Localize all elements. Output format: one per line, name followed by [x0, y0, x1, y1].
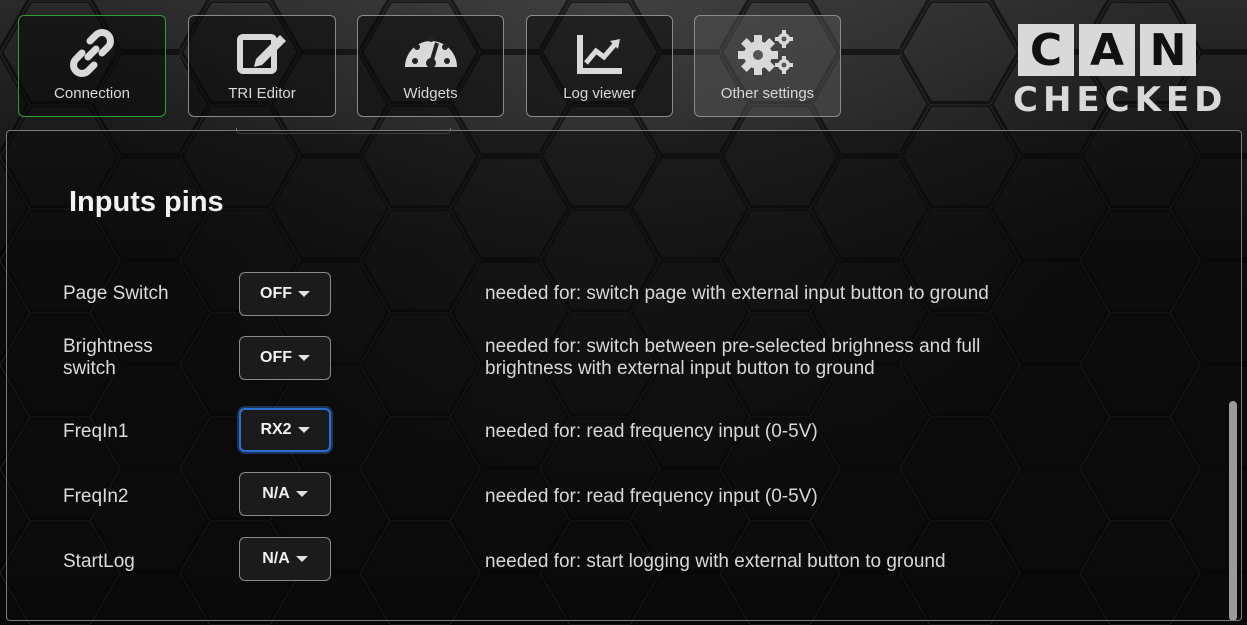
pin-label-startlog: StartLog	[63, 551, 135, 572]
logo-subtitle: CHECKED	[1013, 80, 1228, 120]
scrollbar-thumb[interactable]	[1229, 401, 1237, 620]
pin-desc-freqin1: needed for: read frequency input (0-5V)	[485, 421, 818, 442]
page-switch-value: OFF	[260, 285, 292, 302]
freqin2-select[interactable]: N/A	[239, 472, 331, 516]
pin-label-freqin1: FreqIn1	[63, 421, 129, 442]
brightness-switch-value: OFF	[260, 349, 292, 366]
settings-panel: Inputs pins Page Switch OFF needed for: …	[6, 130, 1242, 621]
nav-connection-label: Connection	[54, 85, 130, 102]
nav-other-settings-button[interactable]: Other settings	[694, 15, 841, 117]
link-icon	[19, 22, 165, 84]
chevron-down-icon	[298, 291, 310, 297]
scrollbar-track[interactable]	[1229, 135, 1237, 620]
freqin1-value: RX2	[260, 421, 292, 438]
chevron-down-icon	[298, 355, 310, 361]
pin-desc-brightness-switch: needed for: switch between pre-selected …	[485, 336, 981, 379]
brightness-switch-select[interactable]: OFF	[239, 336, 331, 380]
page-switch-select[interactable]: OFF	[239, 272, 331, 316]
nav-widgets-label: Widgets	[403, 85, 458, 102]
freqin1-select[interactable]: RX2	[239, 408, 331, 452]
edit-icon	[189, 22, 335, 84]
pin-label-page-switch: Page Switch	[63, 283, 169, 304]
pin-label-freqin2: FreqIn2	[63, 486, 129, 507]
nav-log-viewer-button[interactable]: Log viewer	[526, 15, 673, 117]
chevron-down-icon	[295, 556, 308, 562]
startlog-value: N/A	[262, 550, 290, 567]
pin-label-brightness-switch: Brightness switch	[63, 336, 153, 379]
nav-widgets-button[interactable]: Widgets	[357, 15, 504, 117]
nav-log-viewer-label: Log viewer	[563, 85, 636, 102]
chevron-down-icon	[295, 491, 308, 497]
gauge-icon	[358, 22, 503, 84]
chart-icon	[527, 22, 672, 84]
chevron-down-icon	[297, 427, 310, 433]
freqin2-value: N/A	[262, 485, 290, 502]
nav-connection-button[interactable]: Connection	[18, 15, 166, 117]
logo-letter-n: N	[1140, 24, 1196, 76]
pin-desc-page-switch: needed for: switch page with external in…	[485, 283, 989, 304]
pin-desc-freqin2: needed for: read frequency input (0-5V)	[485, 486, 818, 507]
can-checked-logo: C A N CHECKED	[1013, 24, 1228, 129]
startlog-select[interactable]: N/A	[239, 537, 331, 581]
logo-letter-c: C	[1018, 24, 1074, 76]
pin-desc-startlog: needed for: start logging with external …	[485, 551, 946, 572]
nav-tri-editor-label: TRI Editor	[228, 85, 296, 102]
gears-icon	[695, 22, 840, 84]
logo-letter-a: A	[1079, 24, 1135, 76]
nav-tri-editor-button[interactable]: TRI Editor	[188, 15, 336, 117]
section-title: Inputs pins	[69, 186, 224, 218]
nav-other-settings-label: Other settings	[720, 85, 815, 102]
